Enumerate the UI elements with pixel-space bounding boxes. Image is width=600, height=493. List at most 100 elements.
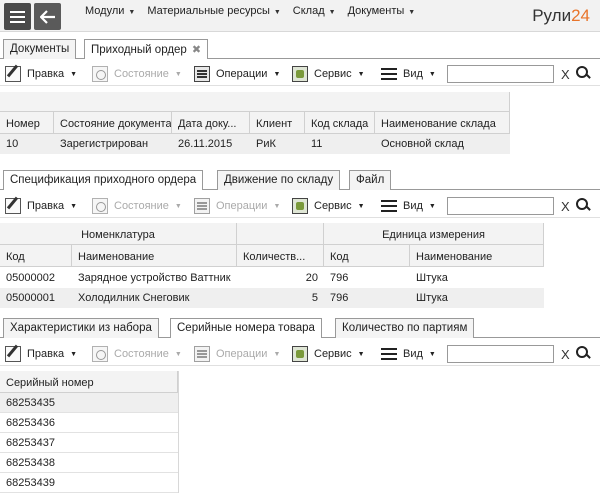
tab-set-characteristics[interactable]: Характеристики из набора [3,318,159,338]
search-input[interactable] [447,65,554,83]
operations-menu[interactable]: Операции ▼ [194,198,280,214]
cell-number: 10 [6,138,19,150]
col-quantity[interactable]: Количеств... [237,245,324,267]
col-name[interactable]: Наименование [72,245,237,267]
caret-down-icon: ▼ [273,9,281,16]
caret-down-icon: ▼ [273,202,281,210]
clear-search-button[interactable]: X [561,347,570,362]
table-row[interactable]: 05000001 Холодилник Снеговик 5 796 Штука [0,288,544,308]
tab-receipt-order[interactable]: Приходный ордер ✖ [84,39,209,59]
list-item[interactable]: 68253436 [0,413,178,433]
list-item[interactable]: 68253435 [0,393,178,413]
col-unit-name[interactable]: Наименование [410,245,544,267]
col-unit-code[interactable]: Код [324,245,410,267]
caret-down-icon: ▼ [357,70,365,78]
tab-specification[interactable]: Спецификация приходного ордера [3,170,204,190]
menu-documents[interactable]: Документы ▼ [348,5,416,17]
search-input[interactable] [447,197,554,215]
list-item[interactable]: 68253439 [0,473,178,493]
service-menu[interactable]: Сервис ▼ [292,346,365,362]
list-icon [381,346,397,362]
close-tab-icon[interactable]: ✖ [192,44,201,56]
service-menu[interactable]: Сервис ▼ [292,198,365,214]
cell-unit-name: Штука [416,272,448,284]
col-client[interactable]: Клиент [250,112,305,134]
view-menu[interactable]: Вид ▼ [381,66,436,82]
cell-code: 05000001 [6,292,55,304]
cell-unit-name: Штука [416,292,448,304]
main-menu-button[interactable] [4,3,31,30]
clear-search-button[interactable]: X [561,67,570,82]
cell-unit-code: 796 [330,272,349,284]
search-icon[interactable] [576,66,590,80]
tab-warehouse-movement[interactable]: Движение по складу [217,170,341,190]
caret-down-icon: ▼ [328,9,336,16]
col-serial-number[interactable]: Серийный номер [0,371,178,393]
operations-menu[interactable]: Операции ▼ [194,346,280,362]
grid-header-spacer [237,223,324,245]
cell-doc-date: 26.11.2015 [178,138,233,150]
service-icon [292,198,308,214]
col-number[interactable]: Номер [0,112,54,134]
edit-menu[interactable]: Правка ▼ [5,198,77,214]
view-menu[interactable]: Вид ▼ [381,198,436,214]
caret-down-icon: ▼ [70,70,78,78]
table-row[interactable]: 10 Зарегистрирован 26.11.2015 РиК 11 Осн… [0,134,510,154]
edit-icon [5,66,21,82]
caret-down-icon: ▼ [428,202,436,210]
service-menu[interactable]: Сервис ▼ [292,66,365,82]
edit-icon [5,346,21,362]
document-header-grid: Номер Состояние документа Дата доку... К… [0,92,600,156]
search-icon[interactable] [576,198,590,212]
cell-name: Зарядное устройство Ваттник [78,272,231,284]
menu-modules[interactable]: Модули ▼ [85,5,135,17]
cell-warehouse-name: Основной склад [381,138,464,150]
caret-down-icon: ▼ [428,70,436,78]
back-button[interactable] [34,3,61,30]
search-icon[interactable] [576,346,590,360]
menu-material-resources[interactable]: Материальные ресурсы ▼ [147,5,280,17]
list-item[interactable]: 68253437 [0,433,178,453]
list-icon [381,66,397,82]
col-doc-date[interactable]: Дата доку... [172,112,250,134]
tab-documents[interactable]: Документы [3,39,77,59]
search-input[interactable] [447,345,554,363]
grid-header-spacer [0,92,510,112]
state-icon [92,198,108,214]
col-doc-state[interactable]: Состояние документа [54,112,172,134]
header-toolbar: Правка ▼ Состояние ▼ Операции ▼ Сервис ▼ Вид… [0,62,600,86]
caret-down-icon: ▼ [357,202,365,210]
caret-down-icon: ▼ [174,202,182,210]
col-code[interactable]: Код [0,245,72,267]
caret-down-icon: ▼ [128,9,136,16]
table-row[interactable]: 05000002 Зарядное устройство Ваттник 20 … [0,268,544,288]
tab-batch-quantity[interactable]: Количество по партиям [335,318,475,338]
app-logo: Рули24 [532,6,590,25]
operations-menu[interactable]: Операции ▼ [194,66,280,82]
serial-numbers-grid: Серийный номер 68253435 68253436 6825343… [0,371,600,493]
state-menu[interactable]: Состояние ▼ [92,198,182,214]
cell-warehouse-code: 11 [311,138,323,150]
state-menu[interactable]: Состояние ▼ [92,346,182,362]
caret-down-icon: ▼ [408,9,416,16]
view-menu[interactable]: Вид ▼ [381,346,436,362]
clear-search-button[interactable]: X [561,199,570,214]
caret-down-icon: ▼ [70,202,78,210]
cell-doc-state: Зарегистрирован [60,138,149,150]
list-item[interactable]: 68253438 [0,453,178,473]
tab-file[interactable]: Файл [349,170,392,190]
col-warehouse-code[interactable]: Код склада [305,112,375,134]
spec-toolbar: Правка ▼ Состояние ▼ Операции ▼ Сервис ▼ Вид… [0,194,600,218]
cell-unit-code: 796 [330,292,349,304]
edit-menu[interactable]: Правка ▼ [5,66,77,82]
caret-down-icon: ▼ [174,350,182,358]
caret-down-icon: ▼ [428,350,436,358]
top-bar: Модули ▼ Материальные ресурсы ▼ Склад ▼ Док… [0,0,600,32]
menu-warehouse[interactable]: Склад ▼ [293,5,336,17]
edit-menu[interactable]: Правка ▼ [5,346,77,362]
col-warehouse-name[interactable]: Наименование склада [375,112,510,134]
caret-down-icon: ▼ [273,350,281,358]
state-menu[interactable]: Состояние ▼ [92,66,182,82]
tab-serial-numbers[interactable]: Серийные номера товара [170,318,322,338]
operations-icon [194,198,210,214]
